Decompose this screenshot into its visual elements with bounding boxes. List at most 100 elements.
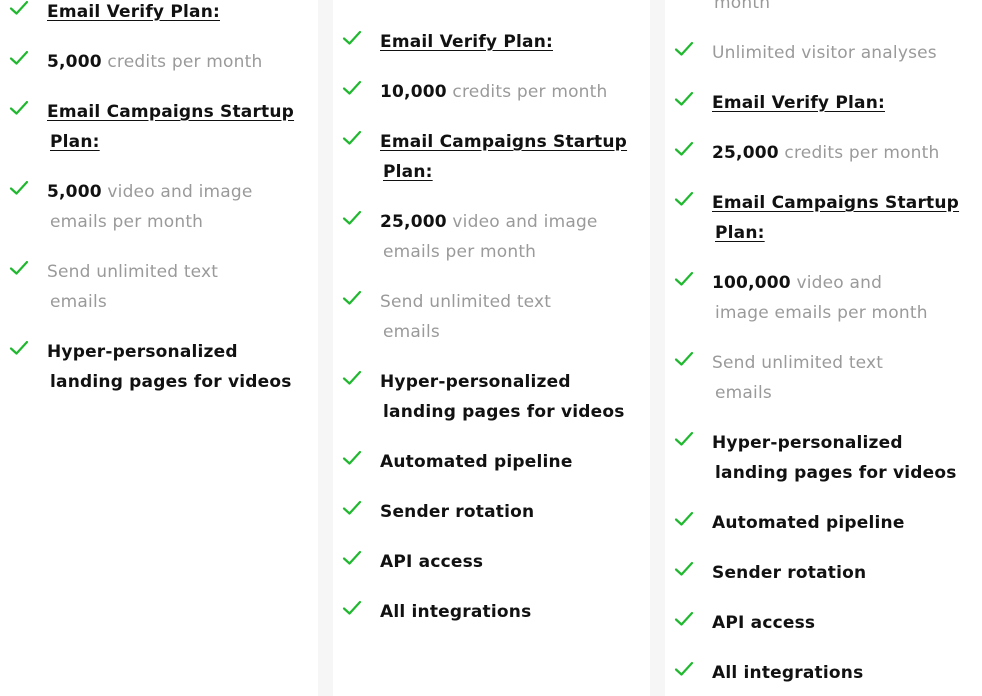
check-icon — [9, 100, 29, 115]
feature-text: video and image — [101, 182, 253, 202]
feature-line: 100,000 video and — [712, 268, 974, 298]
feature-text: month — [714, 0, 771, 13]
feature-item: Send unlimited text emails — [333, 287, 650, 347]
feature-text: Automated pipeline — [712, 513, 905, 533]
check-icon — [342, 450, 362, 465]
feature-text: Unlimited visitor analyses — [712, 43, 937, 63]
check-icon — [342, 550, 362, 565]
feature-item: API access — [333, 547, 650, 577]
feature-text: Send unlimited text — [712, 353, 884, 373]
plan-card-2: Email Verify Plan: 10,000 credits per mon… — [333, 0, 650, 696]
feature-line: emails — [47, 287, 310, 317]
feature-line: Email Campaigns Startup — [380, 127, 642, 157]
check-icon — [9, 50, 29, 65]
check-icon — [674, 271, 694, 286]
feature-line: Plan: — [712, 218, 974, 248]
plan-link[interactable]: Plan: — [715, 223, 765, 243]
feature-text: landing pages for videos — [715, 463, 957, 483]
feature-text: credits per month — [778, 143, 940, 163]
feature-item: Sender rotation — [333, 497, 650, 527]
feature-item: Email Verify Plan: — [665, 88, 982, 118]
feature-item: Email Campaigns Startup Plan: — [333, 127, 650, 187]
feature-text: landing pages for videos — [383, 402, 625, 422]
feature-line: landing pages for videos — [712, 458, 974, 488]
feature-line: Send unlimited text — [712, 348, 974, 378]
feature-text: Sender rotation — [380, 502, 535, 522]
feature-text: Hyper-personalized — [712, 433, 903, 453]
feature-line: emails — [712, 378, 974, 408]
feature-line: emails per month — [47, 207, 310, 237]
feature-text: Hyper-personalized — [47, 342, 238, 362]
feature-item: 25,000 credits per month — [665, 138, 982, 168]
feature-text: All integrations — [380, 602, 532, 622]
plan-card-3: month Unlimited visitor analyses Email Ver… — [665, 0, 982, 696]
feature-text: emails per month — [383, 242, 537, 262]
check-icon — [342, 130, 362, 145]
plan-link[interactable]: Email Campaigns Startup — [712, 193, 959, 213]
feature-text: image emails per month — [715, 303, 928, 323]
feature-line: Send unlimited text — [47, 257, 310, 287]
check-icon — [342, 30, 362, 45]
feature-item: Automated pipeline — [333, 447, 650, 477]
feature-line: Hyper-personalized — [380, 367, 642, 397]
plan-link[interactable]: Email Campaigns Startup — [380, 132, 627, 152]
feature-item: Send unlimited text emails — [665, 348, 982, 408]
feature-text: 100,000 — [712, 273, 791, 293]
feature-text: landing pages for videos — [50, 372, 292, 392]
check-icon — [674, 41, 694, 56]
check-icon — [674, 561, 694, 576]
feature-text: Hyper-personalized — [380, 372, 571, 392]
feature-item: Email Verify Plan: — [0, 0, 318, 27]
feature-item: Unlimited visitor analyses — [665, 38, 982, 68]
plan-link[interactable]: Email Campaigns Startup — [47, 102, 294, 122]
feature-text: 25,000 — [712, 143, 779, 163]
feature-line: Plan: — [47, 127, 310, 157]
plan-link[interactable]: Email Verify Plan: — [712, 93, 885, 113]
feature-text: All integrations — [712, 663, 864, 683]
feature-line: Hyper-personalized — [712, 428, 974, 458]
check-icon — [674, 91, 694, 106]
feature-text: Send unlimited text — [380, 292, 552, 312]
plan-link[interactable]: Email Verify Plan: — [47, 2, 220, 22]
feature-line: Email Campaigns Startup — [712, 188, 974, 218]
check-icon — [674, 191, 694, 206]
feature-item: Send unlimited text emails — [0, 257, 318, 317]
feature-text: 5,000 — [47, 182, 102, 202]
feature-list: Email Verify Plan: 5,000 credits per mont… — [0, 0, 318, 417]
feature-line: 5,000 video and image — [47, 177, 310, 207]
feature-text: 25,000 — [380, 212, 447, 232]
plan-card-1: Email Verify Plan: 5,000 credits per mont… — [0, 0, 318, 696]
feature-line: Email Campaigns Startup — [47, 97, 310, 127]
feature-item: 10,000 credits per month — [333, 77, 650, 107]
feature-text: 5,000 — [47, 52, 102, 72]
check-icon — [674, 661, 694, 676]
plan-link[interactable]: Plan: — [50, 132, 100, 152]
check-icon — [342, 500, 362, 515]
feature-text: 10,000 — [380, 82, 447, 102]
feature-item: Email Verify Plan: — [333, 27, 650, 57]
feature-line: Hyper-personalized — [47, 337, 310, 367]
feature-line: landing pages for videos — [380, 397, 642, 427]
check-icon — [342, 290, 362, 305]
feature-line: landing pages for videos — [47, 367, 310, 397]
check-icon — [9, 340, 29, 355]
feature-text: emails — [383, 322, 440, 342]
feature-item: month — [665, 0, 982, 18]
feature-line: Plan: — [380, 157, 642, 187]
feature-text: video and — [790, 273, 883, 293]
plan-link[interactable]: Plan: — [383, 162, 433, 182]
plan-link[interactable]: Email Verify Plan: — [380, 32, 553, 52]
feature-list: month Unlimited visitor analyses Email Ver… — [665, 0, 982, 696]
check-icon — [674, 611, 694, 626]
feature-line: emails per month — [380, 237, 642, 267]
feature-item: All integrations — [333, 597, 650, 627]
feature-line: image emails per month — [712, 298, 974, 328]
feature-item: API access — [665, 608, 982, 638]
check-icon — [674, 511, 694, 526]
feature-item: 5,000 video and image emails per month — [0, 177, 318, 237]
check-icon — [674, 141, 694, 156]
check-icon — [342, 370, 362, 385]
check-icon — [9, 260, 29, 275]
feature-item: All integrations — [665, 658, 982, 688]
feature-line: emails — [380, 317, 642, 347]
